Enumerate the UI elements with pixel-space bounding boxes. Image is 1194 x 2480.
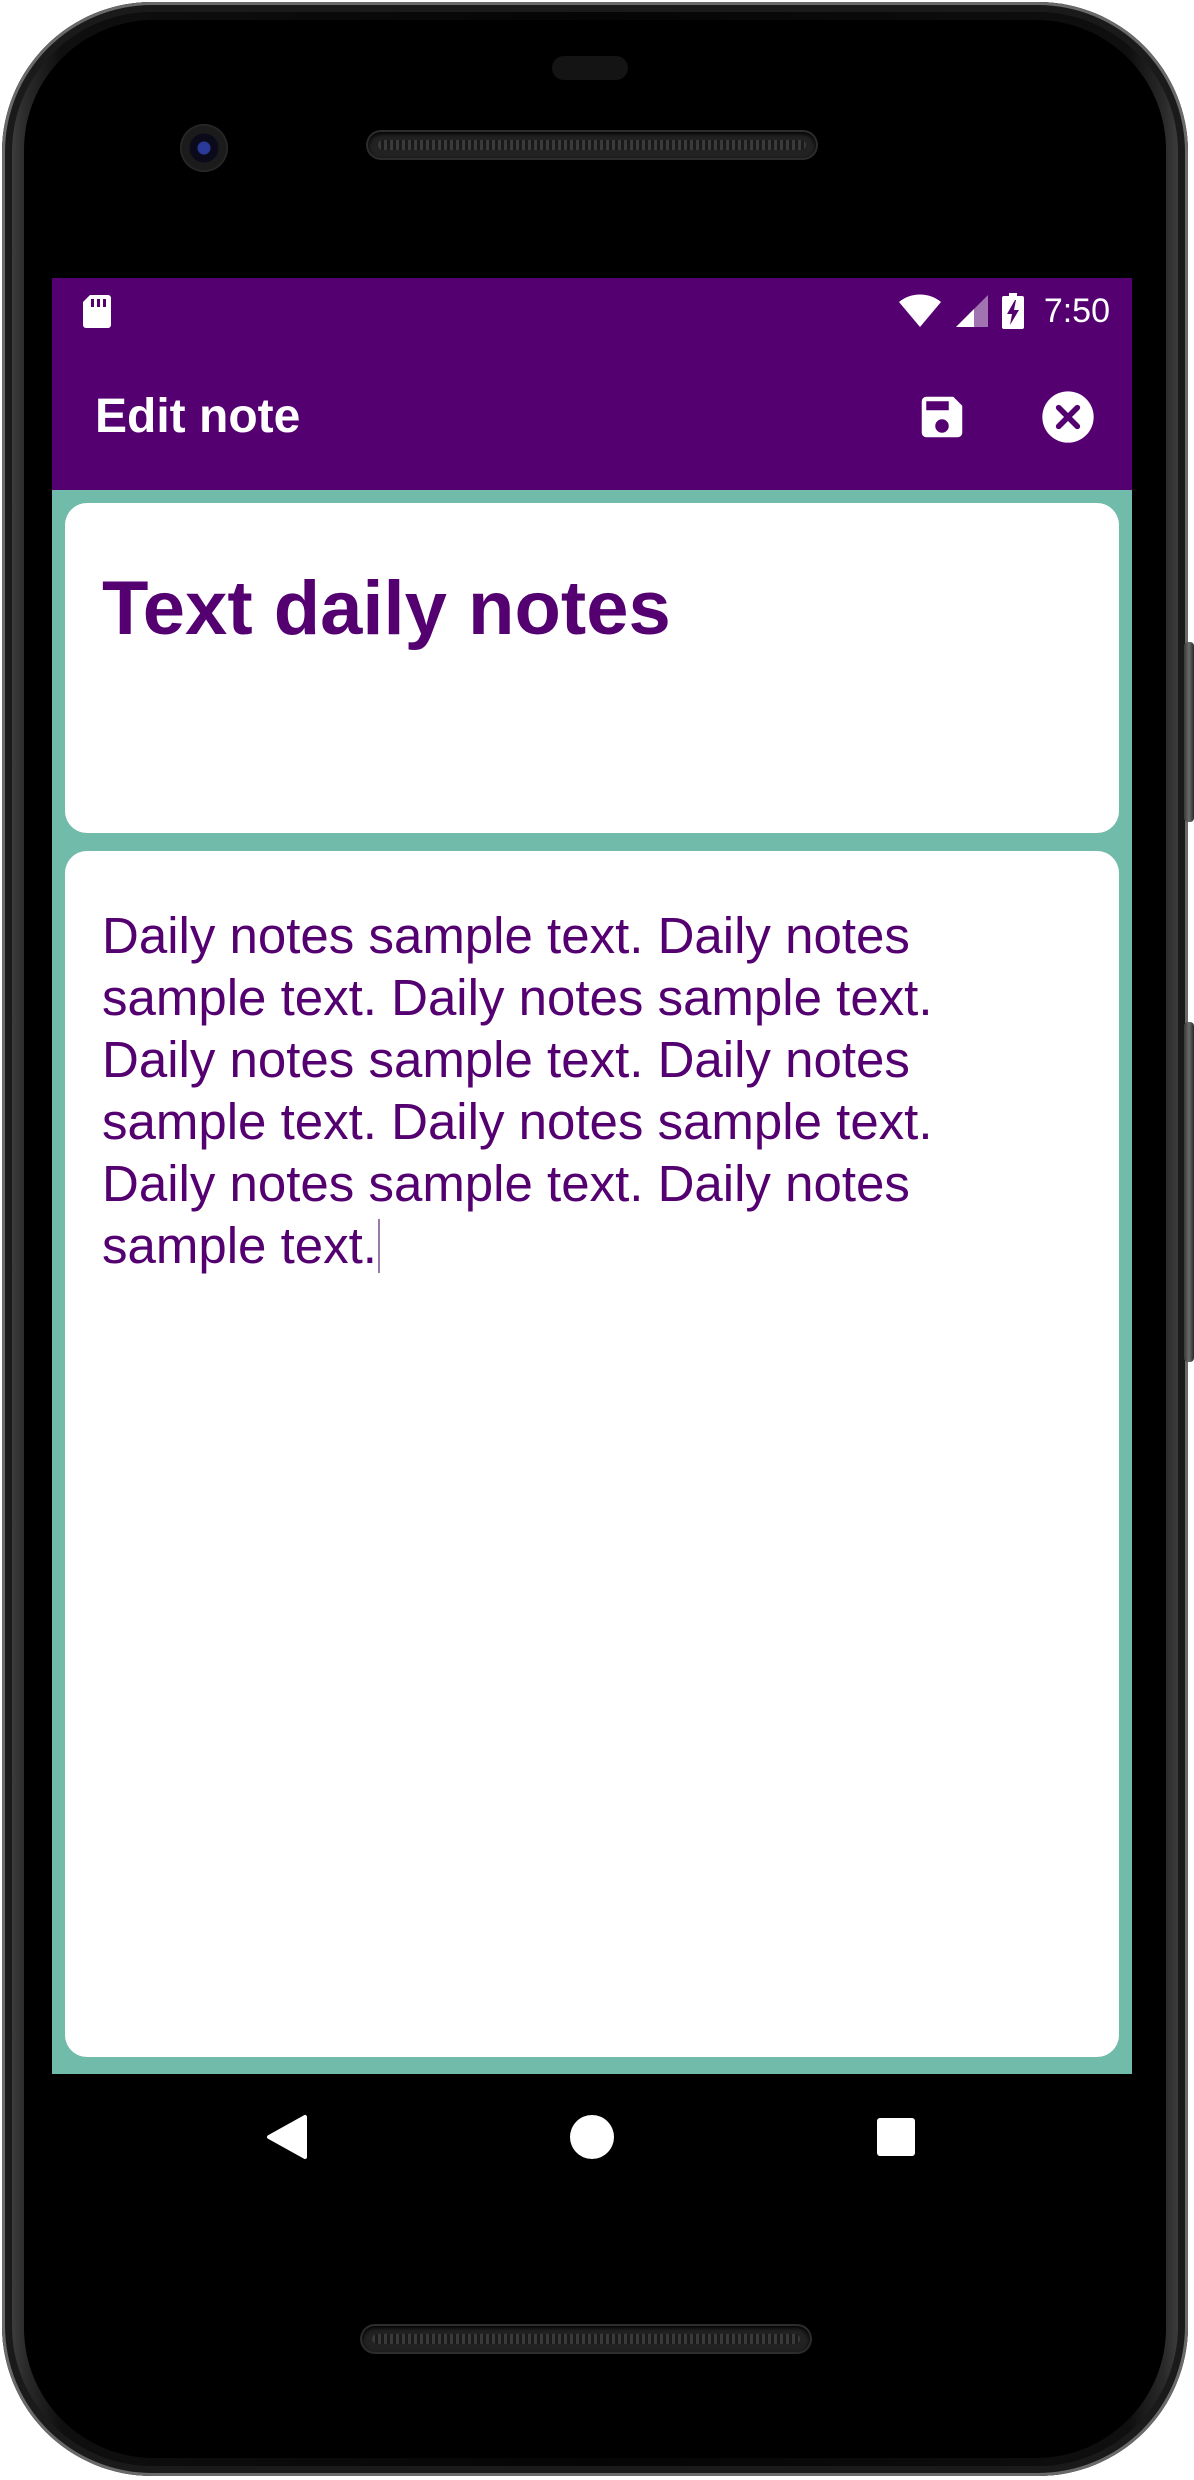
device-frame: 7:50 Edit note Text daily notes Daily no… [0, 0, 1194, 2480]
note-editor: Text daily notes Daily notes sample text… [52, 490, 1132, 2074]
page-title: Edit note [95, 390, 301, 443]
power-button [1184, 642, 1194, 822]
sd-card-icon [83, 295, 111, 328]
text-cursor [377, 1219, 380, 1273]
home-button[interactable] [552, 2097, 632, 2177]
note-body-field[interactable]: Daily notes sample text. Daily notes sam… [102, 905, 999, 1277]
status-time: 7:50 [1043, 291, 1110, 330]
app-bar: Edit note [52, 344, 1132, 490]
earpiece-speaker [368, 132, 816, 158]
status-bar: 7:50 [52, 278, 1132, 344]
wifi-icon [898, 294, 941, 327]
proximity-sensor [552, 56, 628, 80]
back-icon [267, 2115, 307, 2159]
note-body-text: Daily notes sample text. Daily notes sam… [102, 907, 933, 1274]
bottom-speaker [362, 2326, 810, 2352]
note-title-field[interactable]: Text daily notes [102, 563, 1082, 654]
battery-charging-icon [1001, 293, 1024, 329]
navigation-bar [52, 2074, 1132, 2200]
title-card[interactable]: Text daily notes [65, 503, 1119, 833]
cancel-button[interactable] [1032, 381, 1104, 453]
home-icon [570, 2115, 614, 2159]
body-card[interactable]: Daily notes sample text. Daily notes sam… [65, 851, 1119, 2057]
front-camera-icon [180, 124, 228, 172]
back-button[interactable] [247, 2097, 327, 2177]
volume-button [1184, 1022, 1194, 1362]
recents-icon [877, 2118, 915, 2156]
close-circle-icon [1042, 391, 1094, 443]
save-button[interactable] [906, 381, 978, 453]
recents-button[interactable] [856, 2097, 936, 2177]
screen: 7:50 Edit note Text daily notes Daily no… [52, 278, 1132, 2074]
cell-signal-icon [955, 295, 988, 327]
save-icon [921, 396, 963, 438]
status-indicators: 7:50 [898, 278, 1110, 344]
